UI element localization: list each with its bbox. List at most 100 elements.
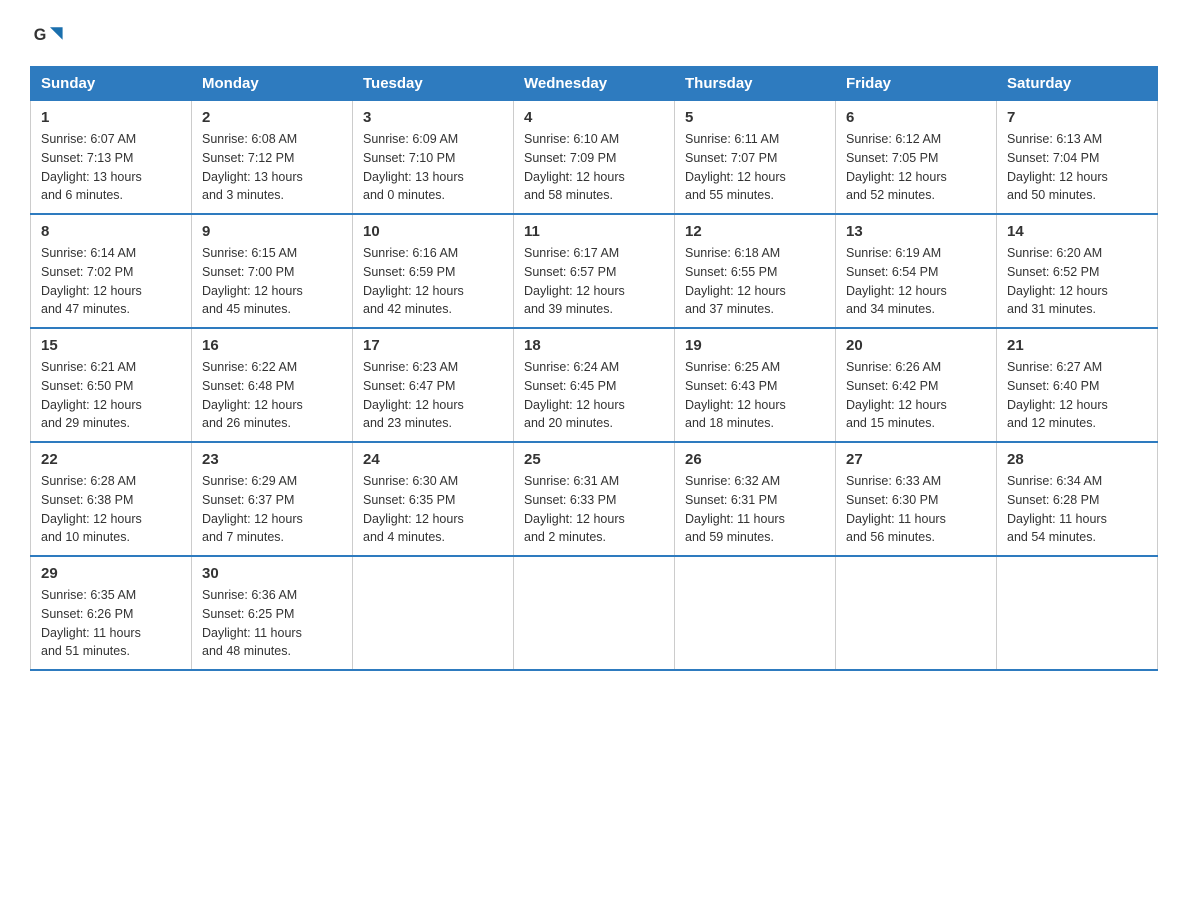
day-info: Sunrise: 6:32 AMSunset: 6:31 PMDaylight:…	[685, 472, 825, 547]
day-info: Sunrise: 6:18 AMSunset: 6:55 PMDaylight:…	[685, 244, 825, 319]
day-number: 6	[846, 109, 986, 126]
day-number: 23	[202, 451, 342, 468]
day-number: 20	[846, 337, 986, 354]
day-number: 8	[41, 223, 181, 240]
weekday-header-friday: Friday	[836, 67, 997, 101]
day-number: 13	[846, 223, 986, 240]
weekday-header-tuesday: Tuesday	[353, 67, 514, 101]
weekday-header-sunday: Sunday	[31, 67, 192, 101]
calendar-cell: 10 Sunrise: 6:16 AMSunset: 6:59 PMDayligh…	[353, 214, 514, 328]
day-info: Sunrise: 6:20 AMSunset: 6:52 PMDaylight:…	[1007, 244, 1147, 319]
day-info: Sunrise: 6:15 AMSunset: 7:00 PMDaylight:…	[202, 244, 342, 319]
calendar-cell: 7Sunrise: 6:13 AMSunset: 7:04 PMDaylight…	[997, 101, 1158, 215]
day-number: 25	[524, 451, 664, 468]
calendar-week-4: 22Sunrise: 6:28 AMSunset: 6:38 PMDayligh…	[31, 442, 1158, 556]
day-number: 5	[685, 109, 825, 126]
calendar-cell	[353, 556, 514, 670]
day-number: 4	[524, 109, 664, 126]
day-info: Sunrise: 6:23 AMSunset: 6:47 PMDaylight:…	[363, 358, 503, 433]
day-number: 19	[685, 337, 825, 354]
day-number: 12	[685, 223, 825, 240]
calendar-cell: 21Sunrise: 6:27 AMSunset: 6:40 PMDayligh…	[997, 328, 1158, 442]
logo: G	[30, 20, 70, 56]
day-info: Sunrise: 6:22 AMSunset: 6:48 PMDaylight:…	[202, 358, 342, 433]
day-info: Sunrise: 6:19 AMSunset: 6:54 PMDaylight:…	[846, 244, 986, 319]
calendar-cell: 24 Sunrise: 6:30 AMSunset: 6:35 PMDayligh…	[353, 442, 514, 556]
day-info: Sunrise: 6:26 AMSunset: 6:42 PMDaylight:…	[846, 358, 986, 433]
calendar-cell: 15 Sunrise: 6:21 AMSunset: 6:50 PMDayligh…	[31, 328, 192, 442]
calendar-cell: 28Sunrise: 6:34 AMSunset: 6:28 PMDayligh…	[997, 442, 1158, 556]
calendar-cell	[675, 556, 836, 670]
day-number: 16	[202, 337, 342, 354]
calendar-cell: 3Sunrise: 6:09 AMSunset: 7:10 PMDaylight…	[353, 101, 514, 215]
calendar-week-2: 8 Sunrise: 6:14 AMSunset: 7:02 PMDaylight…	[31, 214, 1158, 328]
day-info: Sunrise: 6:17 AMSunset: 6:57 PMDaylight:…	[524, 244, 664, 319]
calendar-cell: 11Sunrise: 6:17 AMSunset: 6:57 PMDayligh…	[514, 214, 675, 328]
day-info: Sunrise: 6:35 AMSunset: 6:26 PMDaylight:…	[41, 586, 181, 661]
calendar-cell: 5 Sunrise: 6:11 AMSunset: 7:07 PMDaylight…	[675, 101, 836, 215]
calendar-cell: 14 Sunrise: 6:20 AMSunset: 6:52 PMDayligh…	[997, 214, 1158, 328]
day-info: Sunrise: 6:31 AMSunset: 6:33 PMDaylight:…	[524, 472, 664, 547]
calendar-cell	[514, 556, 675, 670]
day-number: 17	[363, 337, 503, 354]
day-info: Sunrise: 6:21 AMSunset: 6:50 PMDaylight:…	[41, 358, 181, 433]
weekday-header-monday: Monday	[192, 67, 353, 101]
day-number: 24	[363, 451, 503, 468]
calendar-cell: 1 Sunrise: 6:07 AMSunset: 7:13 PMDaylight…	[31, 101, 192, 215]
day-info: Sunrise: 6:36 AMSunset: 6:25 PMDaylight:…	[202, 586, 342, 661]
day-info: Sunrise: 6:09 AMSunset: 7:10 PMDaylight:…	[363, 130, 503, 205]
day-info: Sunrise: 6:28 AMSunset: 6:38 PMDaylight:…	[41, 472, 181, 547]
weekday-header-saturday: Saturday	[997, 67, 1158, 101]
day-info: Sunrise: 6:07 AMSunset: 7:13 PMDaylight:…	[41, 130, 181, 205]
day-number: 27	[846, 451, 986, 468]
day-info: Sunrise: 6:30 AMSunset: 6:35 PMDaylight:…	[363, 472, 503, 547]
calendar-cell: 18Sunrise: 6:24 AMSunset: 6:45 PMDayligh…	[514, 328, 675, 442]
day-number: 10	[363, 223, 503, 240]
day-info: Sunrise: 6:27 AMSunset: 6:40 PMDaylight:…	[1007, 358, 1147, 433]
day-number: 14	[1007, 223, 1147, 240]
calendar-cell: 29 Sunrise: 6:35 AMSunset: 6:26 PMDayligh…	[31, 556, 192, 670]
calendar-cell: 9 Sunrise: 6:15 AMSunset: 7:00 PMDaylight…	[192, 214, 353, 328]
page-header: G	[30, 20, 1158, 56]
weekday-header-thursday: Thursday	[675, 67, 836, 101]
day-number: 1	[41, 109, 181, 126]
day-info: Sunrise: 6:08 AMSunset: 7:12 PMDaylight:…	[202, 130, 342, 205]
calendar-cell	[836, 556, 997, 670]
calendar-cell: 13 Sunrise: 6:19 AMSunset: 6:54 PMDayligh…	[836, 214, 997, 328]
calendar-cell: 27 Sunrise: 6:33 AMSunset: 6:30 PMDayligh…	[836, 442, 997, 556]
day-info: Sunrise: 6:12 AMSunset: 7:05 PMDaylight:…	[846, 130, 986, 205]
day-info: Sunrise: 6:16 AMSunset: 6:59 PMDaylight:…	[363, 244, 503, 319]
calendar-cell: 12 Sunrise: 6:18 AMSunset: 6:55 PMDayligh…	[675, 214, 836, 328]
day-info: Sunrise: 6:10 AMSunset: 7:09 PMDaylight:…	[524, 130, 664, 205]
day-number: 28	[1007, 451, 1147, 468]
calendar-cell: 4 Sunrise: 6:10 AMSunset: 7:09 PMDaylight…	[514, 101, 675, 215]
day-info: Sunrise: 6:24 AMSunset: 6:45 PMDaylight:…	[524, 358, 664, 433]
calendar-cell: 30 Sunrise: 6:36 AMSunset: 6:25 PMDayligh…	[192, 556, 353, 670]
calendar-cell	[997, 556, 1158, 670]
calendar-cell: 6 Sunrise: 6:12 AMSunset: 7:05 PMDaylight…	[836, 101, 997, 215]
day-info: Sunrise: 6:33 AMSunset: 6:30 PMDaylight:…	[846, 472, 986, 547]
weekday-header-row: SundayMondayTuesdayWednesdayThursdayFrid…	[31, 67, 1158, 101]
day-info: Sunrise: 6:14 AMSunset: 7:02 PMDaylight:…	[41, 244, 181, 319]
calendar-table: SundayMondayTuesdayWednesdayThursdayFrid…	[30, 66, 1158, 671]
day-number: 9	[202, 223, 342, 240]
day-number: 15	[41, 337, 181, 354]
day-info: Sunrise: 6:13 AMSunset: 7:04 PMDaylight:…	[1007, 130, 1147, 205]
day-number: 29	[41, 565, 181, 582]
calendar-cell: 17 Sunrise: 6:23 AMSunset: 6:47 PMDayligh…	[353, 328, 514, 442]
calendar-cell: 25 Sunrise: 6:31 AMSunset: 6:33 PMDayligh…	[514, 442, 675, 556]
day-number: 26	[685, 451, 825, 468]
day-info: Sunrise: 6:25 AMSunset: 6:43 PMDaylight:…	[685, 358, 825, 433]
logo-icon: G	[32, 20, 68, 56]
day-info: Sunrise: 6:29 AMSunset: 6:37 PMDaylight:…	[202, 472, 342, 547]
calendar-cell: 2Sunrise: 6:08 AMSunset: 7:12 PMDaylight…	[192, 101, 353, 215]
svg-text:G: G	[34, 26, 47, 44]
day-info: Sunrise: 6:11 AMSunset: 7:07 PMDaylight:…	[685, 130, 825, 205]
calendar-cell: 19 Sunrise: 6:25 AMSunset: 6:43 PMDayligh…	[675, 328, 836, 442]
day-number: 30	[202, 565, 342, 582]
calendar-cell: 8 Sunrise: 6:14 AMSunset: 7:02 PMDaylight…	[31, 214, 192, 328]
calendar-cell: 26 Sunrise: 6:32 AMSunset: 6:31 PMDayligh…	[675, 442, 836, 556]
calendar-week-3: 15 Sunrise: 6:21 AMSunset: 6:50 PMDayligh…	[31, 328, 1158, 442]
calendar-cell: 22Sunrise: 6:28 AMSunset: 6:38 PMDayligh…	[31, 442, 192, 556]
calendar-cell: 16 Sunrise: 6:22 AMSunset: 6:48 PMDayligh…	[192, 328, 353, 442]
